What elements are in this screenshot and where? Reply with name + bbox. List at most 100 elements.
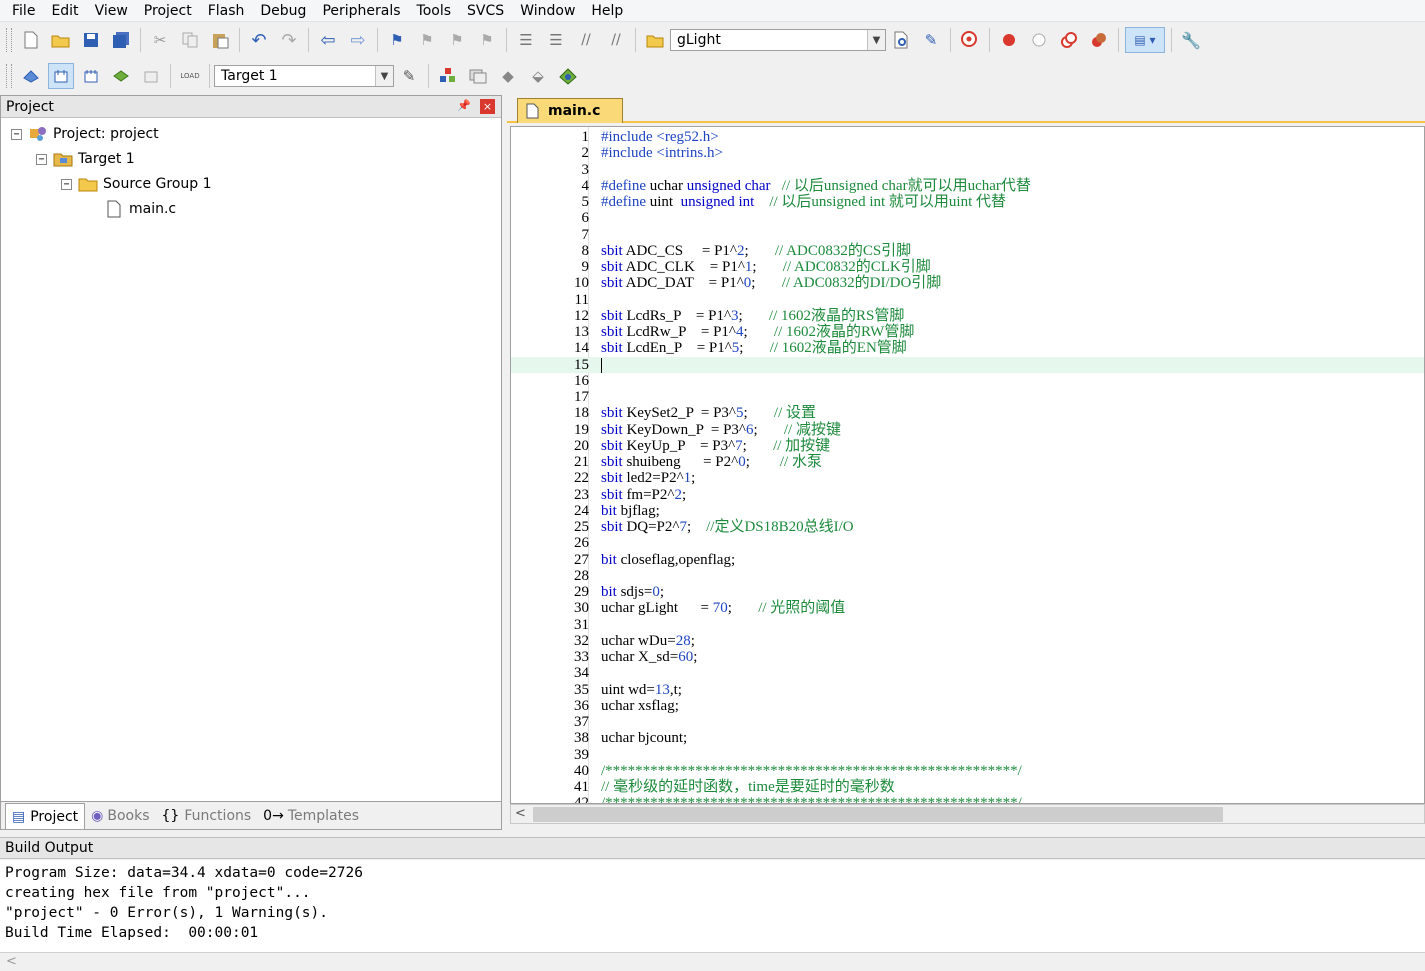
code-line[interactable]: 3 xyxy=(511,162,1424,178)
paste-icon[interactable] xyxy=(207,27,233,53)
code-line[interactable]: 23 sbit fm=P2^2; xyxy=(511,487,1424,503)
comment-icon[interactable]: // xyxy=(573,27,599,53)
tree-item-source-group[interactable]: − Source Group 1 xyxy=(61,173,212,195)
undo-icon[interactable]: ↶ xyxy=(246,27,272,53)
code-line[interactable]: 5 #define uint unsigned int // 以后unsigned… xyxy=(511,194,1424,210)
toolbar-grip[interactable] xyxy=(6,28,12,52)
code-line[interactable]: 29 bit sdjs=0; xyxy=(511,584,1424,600)
code-line[interactable]: 34 xyxy=(511,665,1424,681)
tree-item-main-c[interactable]: main.c xyxy=(104,198,176,220)
batch-build-icon[interactable] xyxy=(108,63,134,89)
code-line[interactable]: 24 bit bjflag; xyxy=(511,503,1424,519)
unindent-icon[interactable]: ☰ xyxy=(543,27,569,53)
collapse-icon[interactable]: − xyxy=(36,153,47,165)
code-line[interactable]: 10 sbit ADC_DAT = P1^0; // ADC0832的DI/DO引… xyxy=(511,275,1424,291)
rte-icon[interactable] xyxy=(555,63,581,89)
target-combo[interactable]: Target 1 ▼ xyxy=(214,65,394,87)
translate-icon[interactable] xyxy=(18,63,44,89)
code-line[interactable]: 2 #include <intrins.h> xyxy=(511,145,1424,161)
code-line[interactable]: 38 uchar bjcount; xyxy=(511,730,1424,746)
menu-edit[interactable]: Edit xyxy=(43,1,86,21)
save-icon[interactable] xyxy=(78,27,104,53)
menu-tools[interactable]: Tools xyxy=(409,1,460,21)
collapse-icon[interactable]: − xyxy=(61,178,72,190)
stop-build-icon[interactable] xyxy=(138,63,164,89)
disable-breakpoint-icon[interactable] xyxy=(1026,27,1052,53)
window-layout-icon[interactable]: ▤ ▾ xyxy=(1125,27,1165,53)
tree-item-project[interactable]: − Project: project xyxy=(11,123,159,145)
code-line[interactable]: 25 sbit DQ=P2^7; //定义DS18B20总线I/O xyxy=(511,519,1424,535)
code-line[interactable]: 41// 毫秒级的延时函数，time是要延时的毫秒数 xyxy=(511,779,1424,795)
code-line[interactable]: 21 sbit shuibeng = P2^0; // 水泵 xyxy=(511,454,1424,470)
code-line[interactable]: 6 xyxy=(511,210,1424,226)
code-line[interactable]: 4 #define uchar unsigned char // 以后unsign… xyxy=(511,178,1424,194)
code-line[interactable]: 7 xyxy=(511,227,1424,243)
select-packs-icon[interactable]: ◆ xyxy=(495,63,521,89)
code-line[interactable]: 36 uchar xsflag; xyxy=(511,698,1424,714)
build-icon[interactable] xyxy=(48,63,74,89)
next-bookmark-icon[interactable]: ⚑ xyxy=(444,27,470,53)
code-line[interactable]: 11 xyxy=(511,292,1424,308)
pin-icon[interactable]: 📌 xyxy=(457,99,471,112)
tab-templates[interactable]: 0→ Templates xyxy=(257,803,365,829)
breakpoint-icon[interactable] xyxy=(996,27,1022,53)
new-file-icon[interactable] xyxy=(18,27,44,53)
scroll-left-icon[interactable]: < xyxy=(6,954,17,969)
cut-icon[interactable]: ✂ xyxy=(147,27,173,53)
tab-main-c[interactable]: main.c xyxy=(517,98,623,123)
code-line[interactable]: 12 sbit LcdRs_P = P1^3; // 1602液晶的RS管脚 xyxy=(511,308,1424,324)
tab-project[interactable]: ▤ Project xyxy=(5,803,86,829)
indent-icon[interactable]: ☰ xyxy=(513,27,539,53)
code-line[interactable]: 18 sbit KeySet2_P = P3^5; // 设置 xyxy=(511,405,1424,421)
toolbar-grip[interactable] xyxy=(6,64,12,88)
navigate-forward-icon[interactable]: ⇨ xyxy=(345,27,371,53)
copy-icon[interactable] xyxy=(177,27,203,53)
chevron-down-icon[interactable]: ▼ xyxy=(867,30,885,50)
code-line[interactable]: 39 xyxy=(511,747,1424,763)
code-line[interactable]: 14 sbit LcdEn_P = P1^5; // 1602液晶的EN管脚 xyxy=(511,340,1424,356)
menu-flash[interactable]: Flash xyxy=(200,1,253,21)
navigate-back-icon[interactable]: ⇦ xyxy=(315,27,341,53)
tab-books[interactable]: ◉ Books xyxy=(85,803,155,829)
collapse-icon[interactable]: − xyxy=(11,128,22,140)
code-line[interactable]: 1 #include <reg52.h> xyxy=(511,129,1424,145)
tree-item-target[interactable]: − Target 1 xyxy=(36,148,135,170)
find-options-icon[interactable]: ✎ xyxy=(918,27,944,53)
menu-peripherals[interactable]: Peripherals xyxy=(314,1,408,21)
configure-icon[interactable]: 🔧 xyxy=(1178,27,1204,53)
code-line[interactable]: 17 xyxy=(511,389,1424,405)
current-code-line[interactable]: 15 xyxy=(511,356,1424,373)
code-line[interactable]: 28 xyxy=(511,568,1424,584)
code-line[interactable]: 40/*************************************… xyxy=(511,763,1424,779)
code-line[interactable]: 32 uchar wDu=28; xyxy=(511,633,1424,649)
file-extensions-icon[interactable] xyxy=(465,63,491,89)
find-in-files-icon[interactable] xyxy=(642,27,668,53)
code-line[interactable]: 20 sbit KeyUp_P = P3^7; // 加按键 xyxy=(511,438,1424,454)
code-line[interactable]: 33 uchar X_sd=60; xyxy=(511,649,1424,665)
code-line[interactable]: 22 sbit led2=P2^1; xyxy=(511,470,1424,486)
prev-bookmark-icon[interactable]: ⚑ xyxy=(414,27,440,53)
code-line[interactable]: 30 uchar gLight = 70; // 光照的阈值 xyxy=(511,600,1424,616)
editor-horizontal-scrollbar[interactable]: < xyxy=(510,804,1425,824)
close-icon[interactable]: × xyxy=(480,99,495,114)
menu-window[interactable]: Window xyxy=(512,1,583,21)
code-line[interactable]: 26 xyxy=(511,535,1424,551)
uncomment-icon[interactable]: // xyxy=(603,27,629,53)
output-horizontal-scrollbar[interactable]: < xyxy=(0,952,1425,971)
disable-all-breakpoints-icon[interactable] xyxy=(1056,27,1082,53)
debug-session-icon[interactable] xyxy=(957,27,983,53)
code-line[interactable]: 16 xyxy=(511,373,1424,389)
code-line[interactable]: 8 sbit ADC_CS = P1^2; // ADC0832的CS引脚 xyxy=(511,243,1424,259)
bookmark-icon[interactable]: ⚑ xyxy=(384,27,410,53)
code-line[interactable]: 13 sbit LcdRw_P = P1^4; // 1602液晶的RW管脚 xyxy=(511,324,1424,340)
code-line[interactable]: 31 xyxy=(511,617,1424,633)
scroll-left-icon[interactable]: < xyxy=(515,806,526,821)
tab-functions[interactable]: {} Functions xyxy=(156,803,258,829)
menu-view[interactable]: View xyxy=(87,1,136,21)
rebuild-icon[interactable] xyxy=(78,63,104,89)
target-options-icon[interactable]: ✎ xyxy=(396,63,422,89)
scrollbar-thumb[interactable] xyxy=(533,807,1223,822)
menu-help[interactable]: Help xyxy=(583,1,631,21)
code-line[interactable]: 27 bit closeflag,openflag; xyxy=(511,552,1424,568)
redo-icon[interactable]: ↷ xyxy=(276,27,302,53)
